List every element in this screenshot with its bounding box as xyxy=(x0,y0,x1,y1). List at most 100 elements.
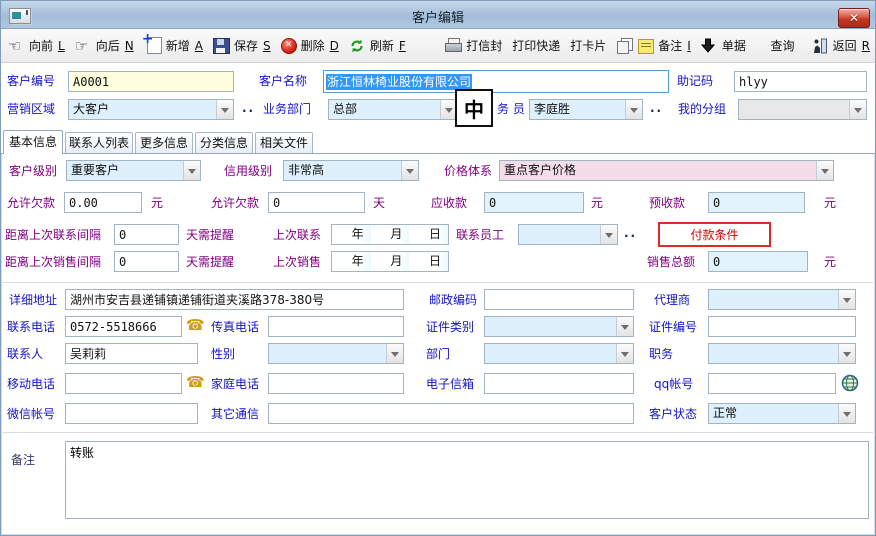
other-comm-field[interactable] xyxy=(268,403,634,424)
remark-textarea[interactable]: 转账 xyxy=(65,441,869,519)
salesman-label: 务 员 xyxy=(497,102,525,116)
note-key: I xyxy=(687,39,691,53)
next-key: N xyxy=(125,39,134,53)
salesman-dropdown[interactable]: 李庭胜 xyxy=(529,99,643,120)
agent-label: 代理商 xyxy=(654,293,690,307)
agent-dropdown[interactable] xyxy=(708,289,856,310)
region-dropdown[interactable]: 大客户 xyxy=(68,99,234,120)
contact-gap-field[interactable] xyxy=(114,224,179,245)
department-dropdown[interactable] xyxy=(484,343,634,364)
refresh-key: F xyxy=(399,39,406,53)
save-button[interactable]: 保存S xyxy=(208,29,276,62)
close-button[interactable] xyxy=(838,8,870,28)
allowed-debt-field[interactable] xyxy=(64,192,142,213)
chevron-down-icon xyxy=(216,100,233,119)
next-button[interactable]: 向后N xyxy=(70,29,139,62)
credit-dropdown[interactable]: 非常高 xyxy=(283,160,419,181)
dept-dropdown[interactable]: 总部 xyxy=(328,99,458,120)
address-field[interactable] xyxy=(65,289,404,310)
sales-gap-field[interactable] xyxy=(114,251,179,272)
query-button[interactable]: 查询 xyxy=(766,29,800,62)
region-ellipsis-button[interactable]: .. xyxy=(242,101,255,115)
last-contact-label: 上次联系 xyxy=(273,228,321,242)
chevron-down-icon xyxy=(386,344,403,363)
allowed-debt-label: 允许欠款 xyxy=(7,196,55,210)
chevron-down-icon xyxy=(849,100,866,119)
prev-button[interactable]: 向前L xyxy=(3,29,70,62)
gender-dropdown[interactable] xyxy=(268,343,404,364)
my-group-dropdown[interactable] xyxy=(738,99,867,120)
prepaid-label: 预收款 xyxy=(649,196,685,210)
prepaid-field[interactable] xyxy=(708,192,805,213)
contact-person-field[interactable] xyxy=(65,343,198,364)
print-card-button[interactable]: 打卡片 xyxy=(565,29,611,62)
note-button[interactable]: 备注 I xyxy=(611,29,696,62)
zip-field[interactable] xyxy=(484,289,634,310)
last-contact-date-field[interactable]: 年月日 xyxy=(331,224,449,245)
customer-no-field[interactable] xyxy=(68,71,234,92)
job-value xyxy=(709,344,838,363)
mobile-field[interactable] xyxy=(65,373,182,394)
window-title: 客户编辑 xyxy=(1,7,875,26)
unit-yuan: 元 xyxy=(824,196,836,210)
job-dropdown[interactable] xyxy=(708,343,856,364)
selected-text: 浙江恒林椅业股份有限公司 xyxy=(326,74,472,90)
phone-field[interactable] xyxy=(65,316,182,337)
sales-total-field[interactable] xyxy=(708,251,808,272)
wechat-field[interactable] xyxy=(65,403,198,424)
email-field[interactable] xyxy=(484,373,634,394)
chevron-down-icon xyxy=(838,290,855,309)
cert-type-dropdown[interactable] xyxy=(484,316,634,337)
print-envelope-button[interactable]: 打信封 xyxy=(440,29,507,62)
unit-day: 天 xyxy=(373,196,385,210)
tab-contact-list[interactable]: 联系人列表 xyxy=(65,132,133,153)
tab-basic-info[interactable]: 基本信息 xyxy=(3,130,63,154)
contact-staff-label: 联系员工 xyxy=(456,228,504,242)
receivable-field[interactable] xyxy=(484,192,584,213)
customer-status-dropdown[interactable]: 正常 xyxy=(708,403,856,424)
cert-no-field[interactable] xyxy=(708,316,856,337)
agent-value xyxy=(709,290,838,309)
qq-field[interactable] xyxy=(708,373,836,394)
add-button[interactable]: 新增A xyxy=(139,29,208,62)
customer-name-field[interactable]: 浙江恒林椅业股份有限公司 xyxy=(323,70,669,93)
customer-status-value: 正常 xyxy=(709,404,838,423)
globe-icon[interactable] xyxy=(841,374,859,392)
address-label: 详细地址 xyxy=(9,293,57,307)
allowed-debt-days-field[interactable] xyxy=(268,192,365,213)
unit-yuan: 元 xyxy=(824,255,836,269)
price-system-dropdown[interactable]: 重点客户价格 xyxy=(499,160,834,181)
print-express-button[interactable]: 打印快递 xyxy=(507,29,565,62)
level-dropdown[interactable]: 重要客户 xyxy=(66,160,201,181)
region-label: 营销区域 xyxy=(7,102,55,116)
refresh-button[interactable]: 刷新F xyxy=(344,29,411,62)
my-group-value xyxy=(739,100,849,119)
contact-staff-dropdown[interactable] xyxy=(518,224,618,245)
chevron-down-icon xyxy=(616,344,633,363)
down-arrow-icon xyxy=(701,38,718,54)
salesman-ellipsis-button[interactable]: .. xyxy=(650,101,663,115)
tab-category-info[interactable]: 分类信息 xyxy=(195,132,253,153)
tab-related-files[interactable]: 相关文件 xyxy=(255,132,313,153)
home-phone-field[interactable] xyxy=(268,373,404,394)
add-key: A xyxy=(195,39,203,53)
price-system-value: 重点客户价格 xyxy=(500,161,816,180)
contact-person-label: 联系人 xyxy=(7,347,43,361)
other-comm-label: 其它通信 xyxy=(211,407,259,421)
contact-staff-ellipsis-button[interactable]: .. xyxy=(624,226,637,240)
chevron-down-icon xyxy=(616,317,633,336)
delete-button[interactable]: 删除D xyxy=(276,29,344,62)
fax-field[interactable] xyxy=(268,316,404,337)
salesman-value: 李庭胜 xyxy=(530,100,625,119)
print-express-label: 打印快递 xyxy=(512,37,560,54)
phone-dial-icon[interactable] xyxy=(186,373,205,391)
credit-label: 信用级别 xyxy=(224,164,272,178)
note-label: 备注 xyxy=(658,37,682,54)
tab-more-info[interactable]: 更多信息 xyxy=(135,132,193,153)
bill-button[interactable]: 单据 xyxy=(696,29,751,62)
last-sales-date-field[interactable]: 年月日 xyxy=(331,251,449,272)
return-button[interactable]: 返回R xyxy=(807,29,875,62)
payment-terms-button[interactable]: 付款条件 xyxy=(658,222,771,247)
phone-dial-icon[interactable] xyxy=(186,316,205,334)
mnemonic-field[interactable] xyxy=(734,71,867,92)
